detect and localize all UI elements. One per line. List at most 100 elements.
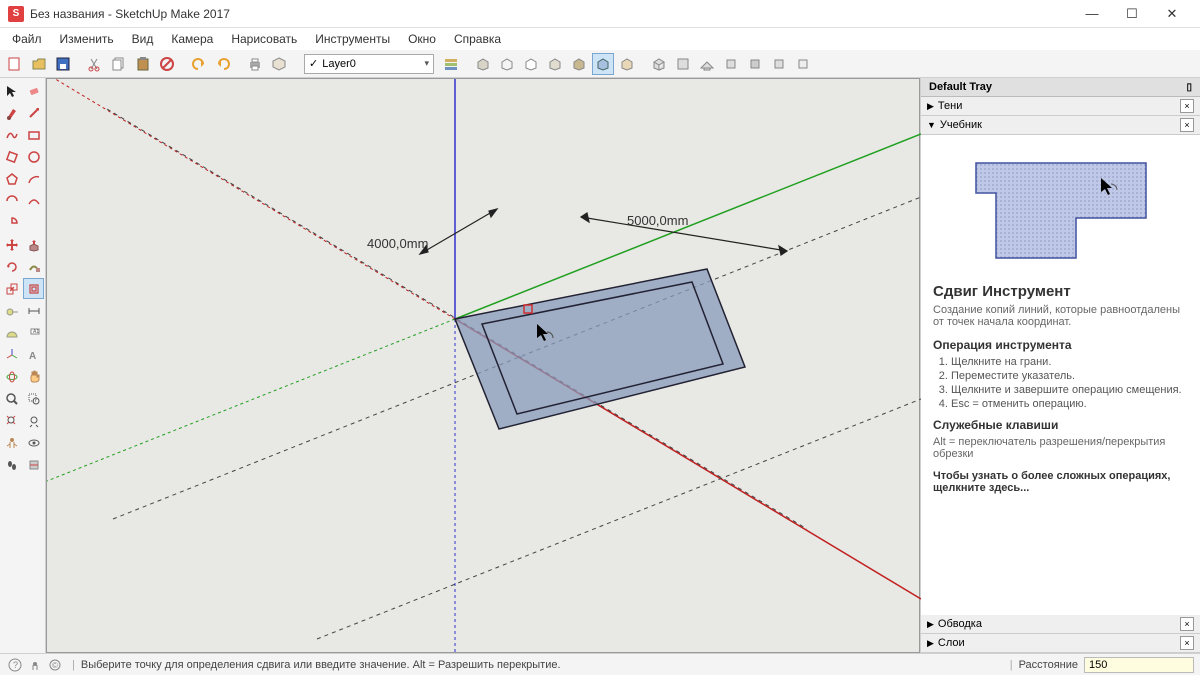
zoom-tool[interactable] [1,388,22,409]
view-iso-button[interactable] [648,53,670,75]
view-right-button[interactable] [720,53,742,75]
distance-input[interactable] [1084,657,1194,673]
instructor-op-title: Операция инструмента [933,338,1188,352]
delete-button[interactable] [156,53,178,75]
pin-icon[interactable]: ▯ [1186,82,1192,93]
3dtext-tool[interactable]: A [23,344,44,365]
toolbar-main: ✓ Layer0 ▾ [0,50,1200,78]
previous-view-tool[interactable] [23,410,44,431]
eraser-tool[interactable] [23,80,44,101]
panel-instructor[interactable]: ▼ Учебник × [921,116,1200,135]
rotated-rect-tool[interactable] [1,146,22,167]
style-hidden-button[interactable] [520,53,542,75]
arc-tool[interactable] [23,168,44,189]
panel-close-button[interactable]: × [1180,99,1194,113]
separator: | [1010,659,1013,671]
help-icon[interactable]: ? [6,656,24,674]
select-tool[interactable] [1,80,22,101]
panel-close-button[interactable]: × [1180,118,1194,132]
menu-help[interactable]: Справка [446,30,509,48]
move-tool[interactable] [1,234,22,255]
layer-visible-check: ✓ [309,57,318,70]
section-tool[interactable] [23,454,44,475]
pie-tool[interactable] [1,212,22,233]
rectangle-tool[interactable] [23,124,44,145]
menu-edit[interactable]: Изменить [52,30,122,48]
style-backedges-button[interactable] [616,53,638,75]
text-tool[interactable]: A1 [23,322,44,343]
look-around-tool[interactable] [23,432,44,453]
style-wire-button[interactable] [496,53,518,75]
rotate-tool[interactable] [1,256,22,277]
style-monochrome-button[interactable] [544,53,566,75]
maximize-button[interactable]: ☐ [1112,1,1152,27]
circle-tool[interactable] [23,146,44,167]
tape-tool[interactable] [1,300,22,321]
chevron-right-icon: ▶ [927,101,934,112]
zoom-extents-tool[interactable] [1,410,22,431]
menu-draw[interactable]: Нарисовать [223,30,305,48]
menu-tools[interactable]: Инструменты [307,30,398,48]
cut-button[interactable] [84,53,106,75]
menu-view[interactable]: Вид [124,30,162,48]
undo-button[interactable] [188,53,210,75]
tray-header[interactable]: Default Tray ▯ [921,78,1200,97]
panel-close-button[interactable]: × [1180,636,1194,650]
instructor-step: Щелкните на грани. [951,356,1188,368]
view-left-button[interactable] [768,53,790,75]
svg-text:A: A [29,351,36,362]
pan-tool[interactable] [23,366,44,387]
followme-tool[interactable] [23,256,44,277]
view-bottom-button[interactable] [792,53,814,75]
offset-tool[interactable] [23,278,44,299]
menu-file[interactable]: Файл [4,30,50,48]
credits-icon[interactable]: © [46,656,64,674]
arc2-tool[interactable] [1,190,22,211]
freehand-tool[interactable] [1,124,22,145]
panel-instructor-label: Учебник [940,119,982,131]
layer-select[interactable]: ✓ Layer0 ▾ [304,54,434,74]
panel-shadows[interactable]: ▶ Тени × [921,97,1200,116]
status-message: Выберите точку для определения сдвига ил… [81,659,1004,671]
view-back-button[interactable] [744,53,766,75]
pushpull-tool[interactable] [23,234,44,255]
view-front-button[interactable] [696,53,718,75]
style-texture-button[interactable] [568,53,590,75]
new-button[interactable] [4,53,26,75]
panel-layers[interactable]: ▶ Слои × [921,634,1200,653]
right-tray: Default Tray ▯ ▶ Тени × ▼ Учебник × Сдви… [920,78,1200,653]
print-button[interactable] [244,53,266,75]
open-button[interactable] [28,53,50,75]
style-xray-button[interactable] [592,53,614,75]
walk-tool[interactable] [1,454,22,475]
line-tool[interactable] [23,102,44,123]
model-info-button[interactable] [268,53,290,75]
redo-button[interactable] [212,53,234,75]
paste-button[interactable] [132,53,154,75]
copy-button[interactable] [108,53,130,75]
layer-manager-button[interactable] [440,53,462,75]
paint-tool[interactable] [1,102,22,123]
close-button[interactable]: ✕ [1152,1,1192,27]
minimize-button[interactable]: — [1072,1,1112,27]
canvas-viewport[interactable]: 4000,0mm 5000,0mm [46,78,920,653]
scale-tool[interactable] [1,278,22,299]
view-top-button[interactable] [672,53,694,75]
menu-window[interactable]: Окно [400,30,444,48]
arc3-tool[interactable] [23,190,44,211]
instructor-more-link[interactable]: Чтобы узнать о более сложных операциях, … [933,470,1188,494]
polygon-tool[interactable] [1,168,22,189]
panel-close-button[interactable]: × [1180,617,1194,631]
protractor-tool[interactable] [1,322,22,343]
save-button[interactable] [52,53,74,75]
orbit-tool[interactable] [1,366,22,387]
axes-tool[interactable] [1,344,22,365]
style-shaded-button[interactable] [472,53,494,75]
zoom-window-tool[interactable] [23,388,44,409]
separator: | [72,659,75,671]
dimension-tool[interactable] [23,300,44,321]
panel-outline[interactable]: ▶ Обводка × [921,615,1200,634]
menu-camera[interactable]: Камера [163,30,221,48]
geolocation-icon[interactable] [26,656,44,674]
position-camera-tool[interactable] [1,432,22,453]
